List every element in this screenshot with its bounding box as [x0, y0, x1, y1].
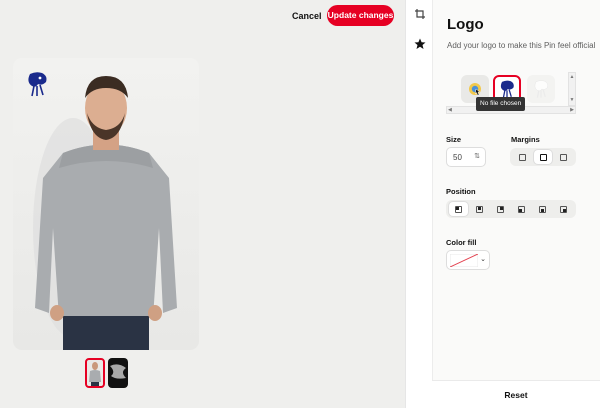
margin-none-icon: [518, 153, 526, 161]
no-color-swatch-icon: [450, 254, 478, 267]
thumbnail-pin-1[interactable]: [85, 358, 105, 388]
size-input[interactable]: 50 ⇅: [446, 147, 486, 167]
star-icon[interactable]: [411, 35, 429, 53]
cancel-button[interactable]: Cancel: [284, 6, 330, 26]
margin-medium-icon: [539, 153, 547, 161]
margin-medium-option[interactable]: [533, 150, 553, 164]
color-fill-dropdown[interactable]: ⌄: [446, 250, 490, 270]
scroll-left-icon[interactable]: ◀: [448, 107, 452, 114]
stepper-icon[interactable]: ⇅: [474, 153, 480, 161]
position-bottom-right-option[interactable]: [554, 202, 573, 216]
logo-overlay-icon: [24, 70, 50, 103]
scroll-right-icon[interactable]: ▶: [570, 107, 574, 114]
margins-selector: [510, 148, 576, 166]
margin-none-option[interactable]: [513, 150, 532, 164]
file-tooltip: No file chosen: [476, 97, 526, 111]
thumbnail-pin-2[interactable]: [108, 358, 128, 388]
chevron-down-icon: ⌄: [480, 256, 486, 263]
scroll-up-icon[interactable]: ▲: [569, 73, 575, 82]
panel-title: Logo: [447, 16, 484, 33]
position-label: Position: [446, 187, 476, 196]
position-bottom-left-option[interactable]: [512, 202, 531, 216]
position-top-right-icon: [497, 205, 504, 213]
position-top-center-option[interactable]: [470, 202, 489, 216]
position-top-center-icon: [476, 205, 483, 213]
position-bottom-center-icon: [539, 205, 546, 213]
position-selector: [446, 200, 576, 218]
tool-sidebar: [405, 0, 432, 408]
position-bottom-left-icon: [518, 205, 525, 213]
pin-image: [13, 58, 199, 350]
size-label: Size: [446, 135, 462, 144]
margins-label: Margins: [511, 135, 540, 144]
position-top-left-icon: [455, 205, 462, 213]
size-value: 50: [453, 152, 462, 162]
position-bottom-center-option[interactable]: [533, 202, 552, 216]
color-fill-label: Color fill: [446, 238, 477, 247]
position-bottom-right-icon: [560, 205, 567, 213]
margin-large-icon: [560, 153, 568, 161]
update-changes-button[interactable]: Update changes: [327, 5, 394, 26]
margin-large-option[interactable]: [554, 150, 573, 164]
crop-icon[interactable]: [411, 5, 429, 23]
reset-button[interactable]: Reset: [432, 380, 600, 408]
logo-option-white[interactable]: [527, 75, 555, 103]
logo-strip-vertical-scrollbar[interactable]: ▲ ▼: [568, 72, 576, 106]
panel-subtitle: Add your logo to make this Pin feel offi…: [447, 41, 596, 50]
scroll-down-icon[interactable]: ▼: [569, 96, 575, 105]
position-top-right-option[interactable]: [491, 202, 510, 216]
position-top-left-option[interactable]: [449, 202, 468, 216]
